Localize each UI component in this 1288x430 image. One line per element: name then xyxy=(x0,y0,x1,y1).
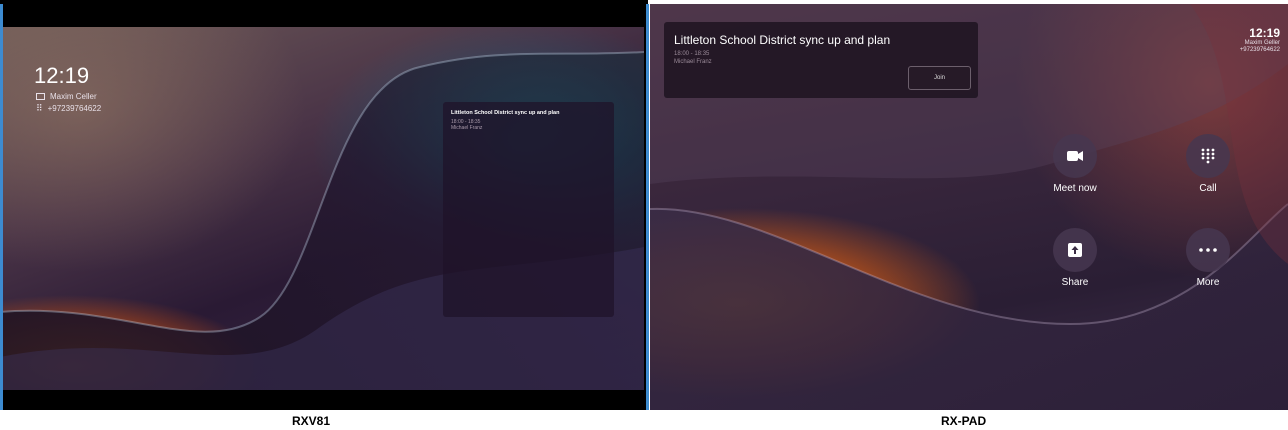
meeting-title: Littleton School District sync up and pl… xyxy=(451,110,560,116)
video-camera-icon xyxy=(1053,134,1097,178)
meeting-organizer: Michael Franz xyxy=(451,125,483,131)
phone-number: +97239764622 xyxy=(47,104,102,113)
join-button[interactable]: Join xyxy=(908,66,971,90)
display-icon xyxy=(36,93,45,100)
phone-number: +97239764622 xyxy=(1239,47,1280,53)
meeting-title: Littleton School District sync up and pl… xyxy=(674,33,891,47)
share-icon xyxy=(1053,228,1097,272)
more-button[interactable]: More xyxy=(1178,228,1238,288)
meet-now-button[interactable]: Meet now xyxy=(1045,134,1105,194)
user-name: Maxim Celler xyxy=(50,92,97,101)
clock: 12:19 xyxy=(1249,26,1280,40)
caption-rxv81: RXV81 xyxy=(292,414,331,428)
more-icon xyxy=(1186,228,1230,272)
meeting-organizer: Michael Franz xyxy=(674,59,712,65)
dialpad-icon: ⠿ xyxy=(36,103,43,113)
user-name: Maxim Geller xyxy=(1244,40,1280,46)
panel-divider xyxy=(646,4,649,410)
dialpad-icon xyxy=(1186,134,1230,178)
clock: 12:19 xyxy=(34,63,90,88)
call-label: Call xyxy=(1199,183,1217,194)
rxpad-panel: Littleton School District sync up and pl… xyxy=(650,4,1288,410)
caption-rxpad: RX-PAD xyxy=(941,414,987,428)
meeting-time: 18:00 - 18:35 xyxy=(674,51,710,57)
more-label: More xyxy=(1196,277,1220,288)
meeting-card[interactable]: Littleton School District sync up and pl… xyxy=(443,102,614,317)
rxv81-screen: 12:19 Maxim Celler ⠿ +97239764622 Little… xyxy=(0,27,644,390)
rxv81-panel: 12:19 Maxim Celler ⠿ +97239764622 Little… xyxy=(0,0,648,410)
user-row: Maxim Celler xyxy=(36,92,97,101)
meet-now-label: Meet now xyxy=(1053,183,1097,194)
meeting-card[interactable]: Littleton School District sync up and pl… xyxy=(664,22,978,98)
phone-row: ⠿ +97239764622 xyxy=(36,103,102,114)
frame-line xyxy=(0,4,3,410)
call-button[interactable]: Call xyxy=(1178,134,1238,194)
share-label: Share xyxy=(1061,277,1089,288)
share-button[interactable]: Share xyxy=(1045,228,1105,288)
